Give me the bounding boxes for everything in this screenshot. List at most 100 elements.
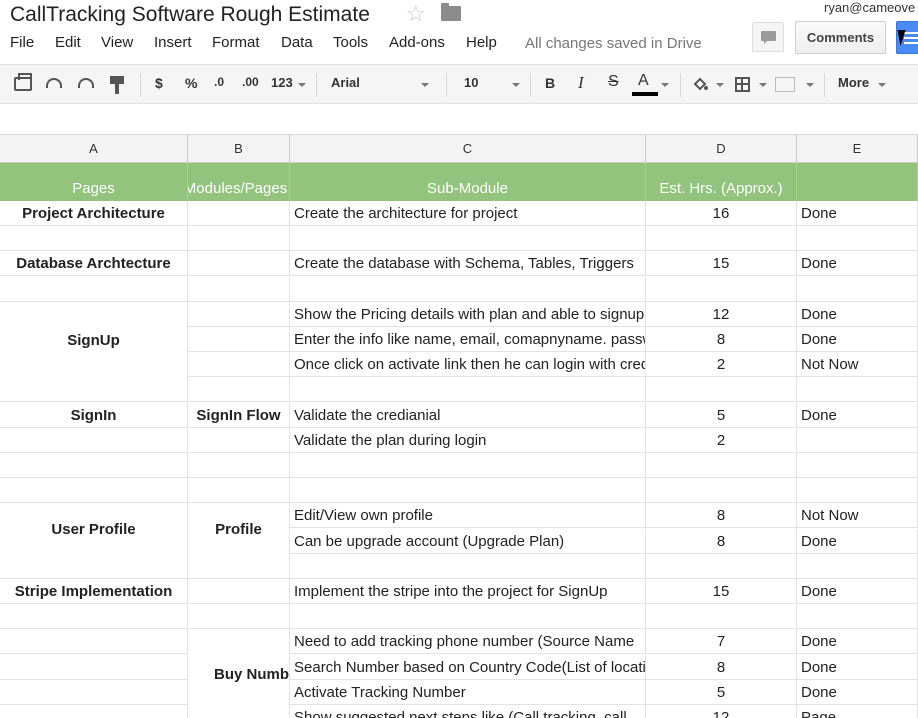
paint-format-icon[interactable] [110,76,124,94]
cell-e[interactable] [797,553,918,579]
cell-e[interactable]: Done [797,301,918,327]
cell-a[interactable] [0,478,188,504]
cell-e[interactable] [797,226,918,252]
cell-c[interactable]: Activate Tracking Number [290,679,646,705]
text-color-button[interactable]: A [638,72,649,90]
cell-d[interactable] [646,553,797,579]
cell-c[interactable] [290,377,646,403]
borders-icon[interactable] [735,77,750,92]
cell-a[interactable] [0,377,188,403]
cell-c[interactable] [290,453,646,478]
cell-a[interactable] [0,226,188,252]
document-title[interactable]: CallTracking Software Rough Estimate [10,3,370,27]
currency-format-button[interactable]: $ [155,75,163,91]
percent-format-button[interactable]: % [185,75,197,91]
cell-a[interactable] [0,679,188,705]
cell-b[interactable] [188,201,290,226]
cell-e[interactable] [797,377,918,403]
merged-cell-signup[interactable]: SignUp [0,303,188,377]
font-family-select[interactable]: Arial [331,75,360,90]
header-cell-status[interactable] [797,163,918,201]
cell-d[interactable]: 2 [646,427,797,453]
cell-c[interactable]: Can be upgrade account (Upgrade Plan) [290,528,646,554]
save-status[interactable]: All changes saved in Drive [525,35,702,52]
cell-e[interactable]: Done [797,201,918,226]
cell-c[interactable] [290,553,646,579]
fill-color-icon[interactable] [692,76,708,92]
cell-c[interactable] [290,604,646,630]
cell-b[interactable] [188,251,290,277]
cell-e[interactable]: Page [797,705,918,718]
cell-c[interactable]: Search Number based on Country Code(List… [290,654,646,680]
cell-d[interactable] [646,453,797,478]
merged-cell-profile[interactable]: Profile [188,505,290,554]
cell-b[interactable] [188,553,290,579]
user-account[interactable]: ryan@cameove [824,0,915,15]
cell-a[interactable]: Stripe Implementation [0,579,188,604]
italic-button[interactable]: I [578,73,584,93]
cell-b[interactable] [188,352,290,378]
column-header-b[interactable]: B [188,135,290,163]
cell-a[interactable] [0,654,188,680]
cell-d[interactable]: 15 [646,251,797,277]
cell-b[interactable]: SignIn Flow [188,402,290,428]
cell-c[interactable] [290,226,646,252]
merged-cell-user-profile[interactable]: User Profile [0,505,188,554]
print-icon[interactable] [14,73,32,91]
cell-c[interactable] [290,276,646,302]
strikethrough-button[interactable]: S [608,73,619,91]
cell-d[interactable]: 8 [646,503,797,529]
cell-e[interactable]: Done [797,679,918,705]
redo-icon[interactable] [78,78,94,88]
cell-e[interactable]: Done [797,327,918,352]
folder-icon[interactable] [441,3,461,21]
cell-c[interactable]: Create the database with Schema, Tables,… [290,251,646,277]
cell-e[interactable]: Done [797,402,918,428]
cell-e[interactable]: Done [797,579,918,604]
cell-c[interactable]: Need to add tracking phone number (Sourc… [290,629,646,655]
cell-b[interactable] [188,579,290,604]
menu-file[interactable]: File [10,34,34,51]
cell-d[interactable]: 8 [646,654,797,680]
header-cell-pages[interactable]: Pages [0,163,188,201]
bold-button[interactable]: B [545,75,555,91]
cell-e[interactable]: Not Now [797,352,918,378]
header-cell-modules[interactable]: Modules/Pages [188,163,290,201]
cell-c[interactable]: Validate the plan during login [290,427,646,453]
cell-c[interactable]: Show suggested next steps like (Call tra… [290,705,646,718]
cell-d[interactable] [646,604,797,630]
formula-bar[interactable] [0,105,918,135]
menu-view[interactable]: View [101,34,133,51]
cell-a[interactable]: Database Archtecture [0,251,188,277]
merged-cell-buy-number[interactable]: Buy Number [188,631,290,718]
cell-c[interactable] [290,478,646,504]
cell-e[interactable]: Done [797,654,918,680]
cell-a[interactable] [0,553,188,579]
cell-e[interactable] [797,453,918,478]
merge-cells-icon[interactable] [775,77,795,92]
cell-a[interactable] [0,705,188,718]
cell-b[interactable] [188,604,290,630]
cell-a[interactable]: Project Architecture [0,201,188,226]
cell-d[interactable] [646,377,797,403]
cell-c[interactable]: Edit/View own profile [290,503,646,529]
menu-help[interactable]: Help [466,34,497,51]
cell-c[interactable]: Implement the stripe into the project fo… [290,579,646,604]
cell-c[interactable]: Show the Pricing details with plan and a… [290,301,646,327]
cell-d[interactable]: 5 [646,679,797,705]
decrease-decimal-button[interactable]: .0 [214,75,224,89]
cell-d[interactable] [646,276,797,302]
cell-e[interactable] [797,604,918,630]
star-icon[interactable]: ☆ [406,1,426,27]
cell-b[interactable] [188,377,290,403]
cell-d[interactable]: 16 [646,201,797,226]
cell-d[interactable] [646,478,797,504]
cell-b[interactable] [188,327,290,352]
cell-e[interactable] [797,427,918,453]
cell-c[interactable]: Once click on activate link then he can … [290,352,646,378]
cell-d[interactable]: 2 [646,352,797,378]
cell-d[interactable]: 8 [646,528,797,554]
cell-d[interactable]: 5 [646,402,797,428]
increase-decimal-button[interactable]: .00 [242,75,259,89]
cell-d[interactable]: 12 [646,301,797,327]
